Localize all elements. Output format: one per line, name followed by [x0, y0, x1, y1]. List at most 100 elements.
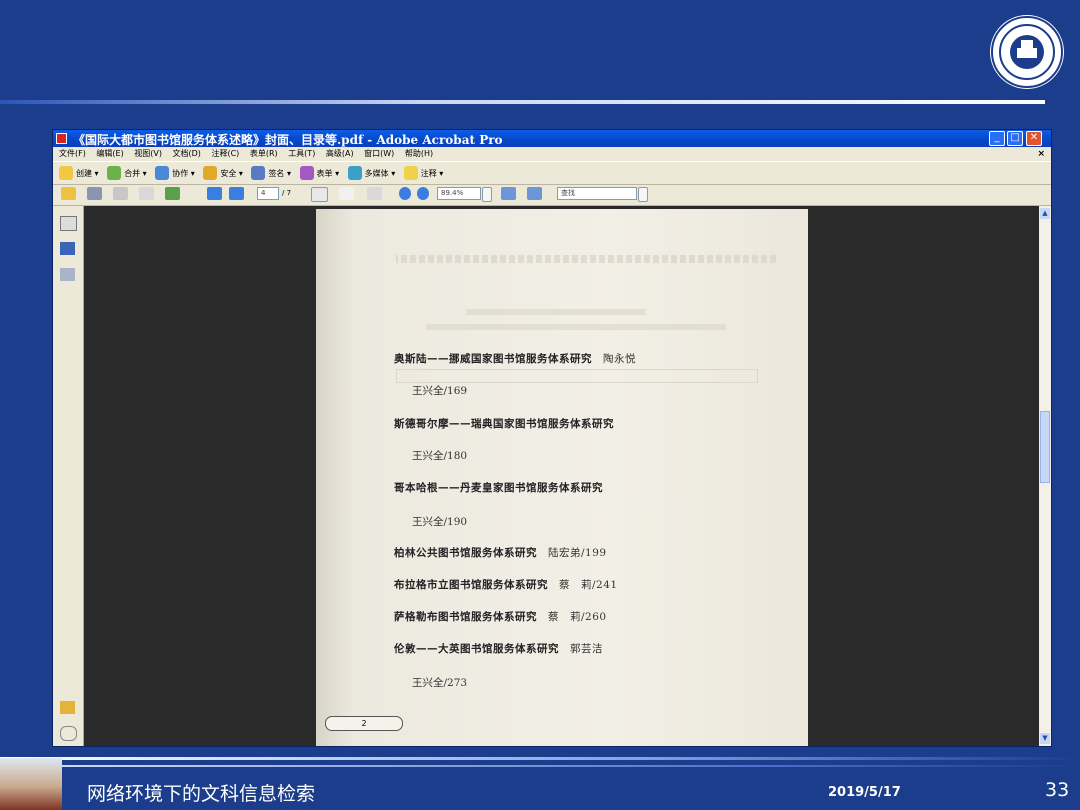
acrobat-window: 《国际大都市图书馆服务体系述略》封面、目录等.pdf - Adobe Acrob…	[52, 129, 1052, 747]
toc-entry-title: 萨格勒布图书馆服务体系研究	[394, 611, 537, 623]
menu-edit[interactable]: 编辑(E)	[96, 149, 123, 158]
fit-page-icon[interactable]	[501, 187, 516, 200]
zoom-tool-icon[interactable]	[367, 187, 382, 200]
menu-window[interactable]: 窗口(W)	[364, 149, 394, 158]
create-icon	[59, 166, 73, 180]
print-icon[interactable]	[87, 187, 102, 200]
collaborate-button[interactable]: 协作 ▾	[155, 162, 195, 184]
navigation-toolbar: 4 / 7 89.4% 查找	[53, 183, 1051, 206]
paperclip-icon[interactable]	[60, 726, 77, 741]
toc-entry: 柏林公共图书馆服务体系研究 陆宏弟/199	[394, 545, 607, 560]
slide-number: 33	[1045, 779, 1070, 801]
toc-entry-author: 陆宏弟/199	[548, 547, 607, 559]
comment-button[interactable]: 注释 ▾	[403, 162, 443, 184]
toc-entry-title: 奥斯陆——挪威国家图书馆服务体系研究	[394, 353, 592, 365]
attachments-panel-icon[interactable]	[60, 701, 75, 714]
header-divider-line	[0, 100, 1045, 104]
footer-line	[0, 757, 1080, 760]
document-close-button[interactable]: ×	[1037, 147, 1045, 161]
toc-entry-title: 伦敦——大英图书馆服务体系研究	[394, 643, 559, 655]
next-page-icon[interactable]	[229, 187, 244, 200]
toc-entry-title: 斯德哥尔摩——瑞典国家图书馆服务体系研究	[394, 418, 614, 430]
multimedia-icon	[347, 166, 362, 180]
bleed-through-text	[396, 255, 776, 263]
find-input[interactable]: 查找	[557, 187, 637, 200]
menu-forms[interactable]: 表单(R)	[250, 149, 278, 158]
find-dropdown-icon[interactable]	[638, 187, 648, 202]
toc-entry-author: 郭芸洁	[570, 643, 603, 655]
sign-button[interactable]: 签名 ▾	[251, 162, 291, 184]
forms-button[interactable]: 表单 ▾	[299, 162, 339, 184]
toc-entry-page: 王兴全/180	[412, 450, 468, 462]
zoom-out-icon[interactable]	[399, 187, 411, 200]
email-icon[interactable]	[139, 187, 154, 200]
document-page: 奥斯陆——挪威国家图书馆服务体系研究 陶永悦 王兴全/169 斯德哥尔摩——瑞典…	[316, 209, 808, 746]
save-icon[interactable]	[113, 187, 128, 200]
open-folder-icon[interactable]	[61, 187, 76, 200]
footer-date: 2019/5/17	[828, 785, 901, 800]
window-titlebar[interactable]: 《国际大都市图书馆服务体系述略》封面、目录等.pdf - Adobe Acrob…	[53, 130, 1051, 147]
scroll-down-icon[interactable]: ▼	[1040, 733, 1050, 744]
toc-entry: 萨格勒布图书馆服务体系研究 蔡 莉/260	[394, 609, 607, 624]
toc-entry-author: 陶永悦	[603, 353, 636, 365]
page-total-label: / 7	[282, 189, 292, 197]
menu-tools[interactable]: 工具(T)	[288, 149, 315, 158]
toc-entry-title: 哥本哈根——丹麦皇家图书馆服务体系研究	[394, 482, 603, 494]
page-indicator: 2	[325, 716, 403, 731]
zoom-in-icon[interactable]	[417, 187, 429, 200]
bleed-through-text	[426, 324, 726, 330]
toc-entry-title: 柏林公共图书馆服务体系研究	[394, 547, 537, 559]
campus-photo	[0, 758, 62, 810]
combine-icon	[107, 166, 122, 180]
signatures-panel-icon[interactable]	[60, 268, 75, 281]
toc-entry: 伦敦——大英图书馆服务体系研究 郭芸洁	[394, 641, 603, 656]
vertical-scrollbar[interactable]: ▲ ▼	[1039, 206, 1051, 746]
select-tool-icon[interactable]	[311, 187, 328, 202]
zoom-level-field[interactable]: 89.4%	[437, 187, 481, 200]
toc-entry-author: 蔡 莉/260	[548, 611, 607, 623]
toc-entry: 布拉格市立图书馆服务体系研究 蔡 莉/241	[394, 577, 618, 592]
pages-panel-icon[interactable]	[60, 216, 77, 231]
menu-advanced[interactable]: 高级(A)	[326, 149, 354, 158]
toc-entry: 奥斯陆——挪威国家图书馆服务体系研究 陶永悦	[394, 351, 636, 366]
full-screen-icon[interactable]	[527, 187, 542, 200]
form-icon	[299, 166, 314, 180]
multimedia-button[interactable]: 多媒体 ▾	[347, 162, 395, 184]
menu-help[interactable]: 帮助(H)	[405, 149, 433, 158]
task-toolbar: 创建 ▾ 合并 ▾ 协作 ▾ 安全 ▾ 签名 ▾ 表单 ▾ 多媒体 ▾ 注释 ▾	[53, 161, 1051, 185]
page-number-input[interactable]: 4	[257, 187, 279, 200]
menu-document[interactable]: 文档(D)	[173, 149, 201, 158]
secure-button[interactable]: 安全 ▾	[203, 162, 243, 184]
lock-icon	[203, 166, 218, 180]
hand-tool-icon[interactable]	[339, 187, 354, 200]
toc-entry-title: 布拉格市立图书馆服务体系研究	[394, 579, 548, 591]
close-button[interactable]: ✕	[1026, 131, 1042, 146]
previous-page-icon[interactable]	[207, 187, 222, 200]
footer-title: 网络环境下的文科信息检索	[87, 783, 316, 805]
toc-entry-author: 蔡 莉/241	[559, 579, 618, 591]
pen-icon	[251, 166, 266, 180]
footer-line	[0, 765, 1080, 767]
create-button[interactable]: 创建 ▾	[59, 162, 99, 184]
menu-view[interactable]: 视图(V)	[134, 149, 162, 158]
bleed-through-text	[466, 309, 646, 315]
toc-entry: 哥本哈根——丹麦皇家图书馆服务体系研究	[394, 480, 603, 495]
bleed-through-box	[396, 369, 758, 383]
toc-entry-page: 王兴全/190	[412, 516, 468, 528]
menu-comments[interactable]: 注释(C)	[211, 149, 239, 158]
toc-entry-page: 王兴全/169	[412, 385, 468, 397]
window-title: 《国际大都市图书馆服务体系述略》封面、目录等.pdf - Adobe Acrob…	[73, 133, 503, 147]
toc-entry-page: 王兴全/273	[412, 677, 468, 689]
scrollbar-thumb[interactable]	[1040, 411, 1050, 483]
share-icon[interactable]	[165, 187, 180, 200]
collaborate-icon	[155, 166, 170, 180]
zoom-dropdown-icon[interactable]	[482, 187, 492, 202]
bookmarks-panel-icon[interactable]	[60, 242, 75, 255]
maximize-button[interactable]: □	[1007, 131, 1023, 146]
acrobat-app-icon	[56, 133, 67, 144]
menu-file[interactable]: 文件(F)	[59, 149, 86, 158]
navigation-pane	[53, 206, 84, 746]
scroll-up-icon[interactable]: ▲	[1040, 208, 1050, 219]
combine-button[interactable]: 合并 ▾	[107, 162, 147, 184]
minimize-button[interactable]: _	[989, 131, 1005, 146]
